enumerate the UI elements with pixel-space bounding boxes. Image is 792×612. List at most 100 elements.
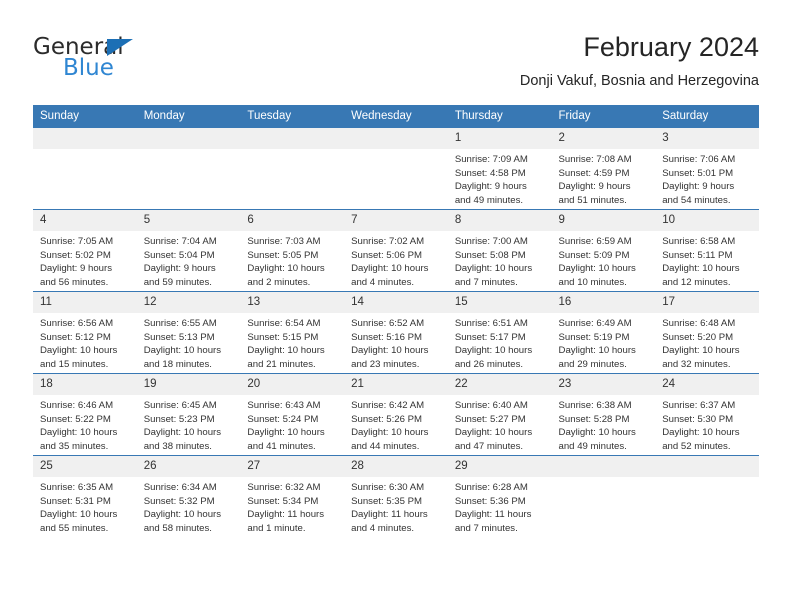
calendar-day-cell[interactable]: 19 Sunrise: 6:45 AM Sunset: 5:23 PM Dayligh… <box>136 373 241 456</box>
day-sun-info <box>33 149 137 209</box>
daylight-text-cont: and 7 minutes. <box>454 522 518 534</box>
calendar-day-cell[interactable]: 27 Sunrise: 6:32 AM Sunset: 5:34 PM Dayligh… <box>240 455 345 537</box>
calendar-day-cell[interactable]: 29 Sunrise: 6:28 AM Sunset: 5:36 PM Dayligh… <box>447 455 552 537</box>
calendar-day-cell[interactable]: 6 Sunrise: 7:03 AM Sunset: 5:05 PM Daylight… <box>240 209 345 292</box>
day-number: 19 <box>136 374 241 395</box>
day-number <box>136 128 241 149</box>
daylight-text-cont: and 54 minutes. <box>662 194 731 206</box>
page-header: General Blue February 2024 Donji Vakuf, … <box>33 30 759 96</box>
sunrise-text: Sunrise: 6:42 AM <box>351 400 425 411</box>
sunrise-text: Sunrise: 6:32 AM <box>247 482 321 493</box>
day-number <box>655 456 759 477</box>
calendar-day-cell[interactable]: 20 Sunrise: 6:43 AM Sunset: 5:24 PM Dayligh… <box>240 373 345 456</box>
sunrise-text: Sunrise: 6:52 AM <box>351 318 425 329</box>
daylight-text-cont: and 26 minutes. <box>454 358 524 370</box>
calendar-day-cell[interactable]: 21 Sunrise: 6:42 AM Sunset: 5:26 PM Dayligh… <box>344 373 448 456</box>
daylight-text-cont: and 38 minutes. <box>143 440 212 452</box>
calendar-day-cell-empty <box>33 128 137 210</box>
sunrise-text: Sunrise: 6:46 AM <box>40 400 114 411</box>
calendar-day-cell[interactable]: 9 Sunrise: 6:59 AM Sunset: 5:09 PM Daylight… <box>551 209 656 292</box>
daylight-text-cont: and 4 minutes. <box>351 276 415 288</box>
daylight-text: Daylight: 10 hours <box>558 263 636 275</box>
sunset-text: Sunset: 5:02 PM <box>40 249 111 261</box>
day-sun-info: Sunrise: 7:02 AM Sunset: 5:06 PM Daylight:… <box>344 231 448 291</box>
calendar-body: 1 Sunrise: 7:09 AM Sunset: 4:58 PM Daylight… <box>33 128 759 537</box>
calendar-day-cell[interactable]: 12 Sunrise: 6:55 AM Sunset: 5:13 PM Dayligh… <box>136 291 241 374</box>
day-number <box>344 128 448 149</box>
daylight-text-cont: and 15 minutes. <box>40 358 109 370</box>
calendar-day-cell[interactable]: 17 Sunrise: 6:48 AM Sunset: 5:20 PM Dayligh… <box>655 291 759 374</box>
sunset-text: Sunset: 5:34 PM <box>247 495 319 507</box>
sunrise-text: Sunrise: 7:06 AM <box>662 154 736 165</box>
daylight-text: Daylight: 10 hours <box>40 345 118 357</box>
daylight-text: Daylight: 10 hours <box>143 427 222 439</box>
sunrise-text: Sunrise: 6:55 AM <box>143 318 217 329</box>
day-sun-info: Sunrise: 6:51 AM Sunset: 5:17 PM Daylight:… <box>448 313 552 373</box>
sunset-text: Sunset: 5:28 PM <box>558 413 630 425</box>
calendar-day-cell[interactable]: 23 Sunrise: 6:38 AM Sunset: 5:28 PM Dayligh… <box>551 373 656 456</box>
day-number: 5 <box>136 210 241 231</box>
calendar-day-cell[interactable]: 14 Sunrise: 6:52 AM Sunset: 5:16 PM Dayligh… <box>344 291 448 374</box>
calendar-day-cell[interactable]: 18 Sunrise: 6:46 AM Sunset: 5:22 PM Dayligh… <box>33 373 137 456</box>
day-number: 25 <box>33 456 137 477</box>
page-title: February 2024 <box>583 32 759 62</box>
weekday-header-thursday: Thursday <box>447 105 552 128</box>
calendar-day-cell[interactable]: 22 Sunrise: 6:40 AM Sunset: 5:27 PM Dayligh… <box>447 373 552 456</box>
daylight-text-cont: and 23 minutes. <box>351 358 420 370</box>
calendar-day-cell[interactable]: 24 Sunrise: 6:37 AM Sunset: 5:30 PM Dayligh… <box>655 373 759 456</box>
sunset-text: Sunset: 5:12 PM <box>40 331 111 343</box>
day-number: 18 <box>33 374 137 395</box>
sunset-text: Sunset: 5:36 PM <box>454 495 526 507</box>
sunrise-text: Sunrise: 6:30 AM <box>351 482 425 493</box>
day-number <box>33 128 137 149</box>
day-sun-info: Sunrise: 7:00 AM Sunset: 5:08 PM Daylight:… <box>448 231 552 291</box>
calendar-day-cell[interactable]: 11 Sunrise: 6:56 AM Sunset: 5:12 PM Dayligh… <box>33 291 137 374</box>
calendar-week-row: 1 Sunrise: 7:09 AM Sunset: 4:58 PM Daylight… <box>33 128 759 210</box>
day-number <box>551 456 656 477</box>
day-number: 21 <box>344 374 448 395</box>
calendar-day-cell[interactable]: 16 Sunrise: 6:49 AM Sunset: 5:19 PM Dayligh… <box>551 291 656 374</box>
sunset-text: Sunset: 5:32 PM <box>143 495 215 507</box>
day-sun-info <box>137 149 241 209</box>
weekday-header-row: Sunday Monday Tuesday Wednesday Thursday… <box>33 105 759 128</box>
calendar-week-row: 4 Sunrise: 7:05 AM Sunset: 5:02 PM Daylight… <box>33 209 759 292</box>
day-sun-info: Sunrise: 6:37 AM Sunset: 5:30 PM Daylight:… <box>655 395 759 455</box>
day-number: 2 <box>551 128 656 149</box>
day-number: 10 <box>655 210 759 231</box>
calendar-day-cell[interactable]: 28 Sunrise: 6:30 AM Sunset: 5:35 PM Dayligh… <box>344 455 448 537</box>
calendar-day-cell[interactable]: 26 Sunrise: 6:34 AM Sunset: 5:32 PM Dayligh… <box>136 455 241 537</box>
calendar-day-cell[interactable]: 1 Sunrise: 7:09 AM Sunset: 4:58 PM Daylight… <box>447 128 552 210</box>
daylight-text-cont: and 49 minutes. <box>558 440 627 452</box>
calendar-day-cell[interactable]: 13 Sunrise: 6:54 AM Sunset: 5:15 PM Dayligh… <box>240 291 345 374</box>
calendar-day-cell[interactable]: 15 Sunrise: 6:51 AM Sunset: 5:17 PM Dayligh… <box>447 291 552 374</box>
sunset-text: Sunset: 5:35 PM <box>351 495 423 507</box>
weekday-header-sunday: Sunday <box>33 105 137 128</box>
sunset-text: Sunset: 5:01 PM <box>662 167 734 179</box>
calendar-day-cell[interactable]: 7 Sunrise: 7:02 AM Sunset: 5:06 PM Daylight… <box>344 209 448 292</box>
day-sun-info: Sunrise: 6:32 AM Sunset: 5:34 PM Daylight:… <box>240 477 344 537</box>
daylight-text: Daylight: 10 hours <box>351 345 429 357</box>
calendar-day-cell[interactable]: 3 Sunrise: 7:06 AM Sunset: 5:01 PM Daylight… <box>655 128 759 210</box>
calendar-day-cell[interactable]: 2 Sunrise: 7:08 AM Sunset: 4:59 PM Daylight… <box>551 128 656 210</box>
sunrise-text: Sunrise: 6:45 AM <box>143 400 217 411</box>
daylight-text: Daylight: 9 hours <box>662 181 735 193</box>
calendar-day-cell[interactable]: 8 Sunrise: 7:00 AM Sunset: 5:08 PM Daylight… <box>447 209 552 292</box>
general-blue-logo[interactable]: General Blue <box>33 35 243 93</box>
calendar-day-cell[interactable]: 4 Sunrise: 7:05 AM Sunset: 5:02 PM Daylight… <box>33 209 137 292</box>
calendar-day-cell[interactable]: 25 Sunrise: 6:35 AM Sunset: 5:31 PM Dayligh… <box>33 455 137 537</box>
calendar-day-cell[interactable]: 5 Sunrise: 7:04 AM Sunset: 5:04 PM Daylight… <box>136 209 241 292</box>
sunset-text: Sunset: 5:27 PM <box>454 413 526 425</box>
day-number: 7 <box>344 210 448 231</box>
daylight-text-cont: and 35 minutes. <box>40 440 109 452</box>
sunset-text: Sunset: 5:08 PM <box>454 249 526 261</box>
daylight-text: Daylight: 10 hours <box>454 427 533 439</box>
calendar-day-cell[interactable]: 10 Sunrise: 6:58 AM Sunset: 5:11 PM Dayligh… <box>655 209 759 292</box>
sunrise-text: Sunrise: 7:02 AM <box>351 236 425 247</box>
title-block: February 2024 Donji Vakuf, Bosnia and He… <box>520 30 759 92</box>
weekday-header-saturday: Saturday <box>655 105 759 128</box>
daylight-text: Daylight: 10 hours <box>351 263 429 275</box>
day-sun-info: Sunrise: 6:40 AM Sunset: 5:27 PM Daylight:… <box>448 395 552 455</box>
day-sun-info: Sunrise: 6:43 AM Sunset: 5:24 PM Daylight:… <box>240 395 344 455</box>
sunrise-text: Sunrise: 6:54 AM <box>247 318 321 329</box>
day-number: 22 <box>447 374 552 395</box>
